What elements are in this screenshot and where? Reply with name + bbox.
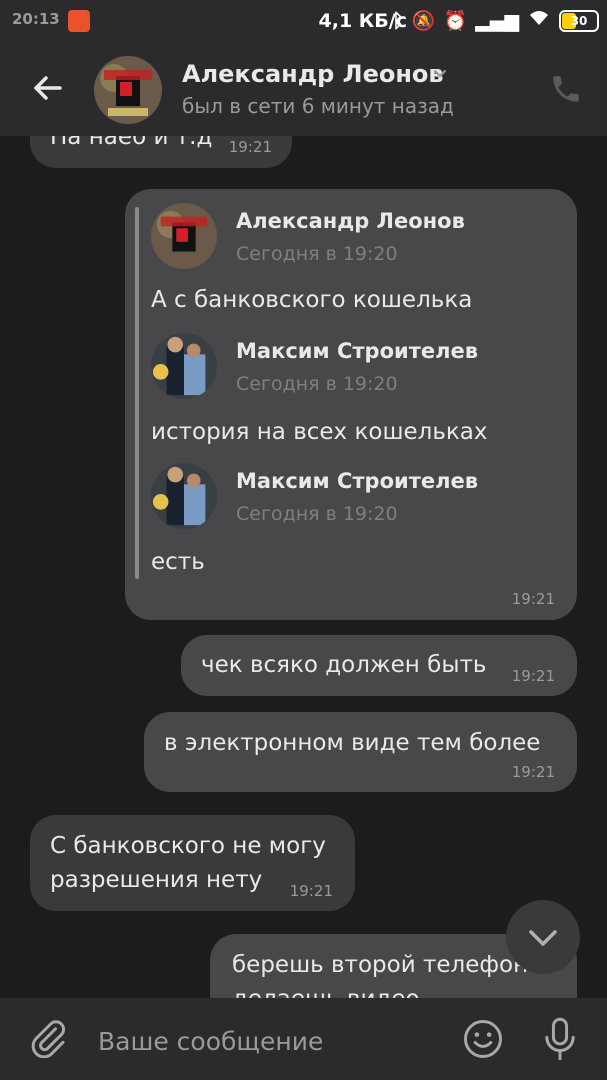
- forwarded-author[interactable]: Максим Строителев: [236, 469, 478, 493]
- message-input[interactable]: [96, 1020, 440, 1062]
- forwarded-date: Сегодня в 19:20: [236, 503, 398, 525]
- attach-button[interactable]: [28, 1018, 68, 1059]
- forwarded-author[interactable]: Александр Леонов: [236, 209, 465, 233]
- message-time: 19:21: [228, 138, 272, 156]
- message-time: 19:21: [511, 590, 555, 608]
- message-bubble-incoming[interactable]: На наеб и т.д 19:21: [30, 136, 292, 168]
- microphone-icon: [545, 1017, 575, 1061]
- message-time: 19:21: [511, 763, 555, 781]
- arrow-left-icon: [34, 76, 62, 100]
- mute-icon: 🔕: [411, 10, 436, 32]
- avatar: [151, 203, 217, 269]
- signal-icon: ▂▄▆: [475, 10, 519, 32]
- message-text: в электронном виде тем более: [164, 730, 541, 756]
- status-icons: ᛒ 🔕 ⏰ ▂▄▆ 30: [392, 9, 599, 33]
- wifi-icon: [527, 9, 551, 33]
- back-button[interactable]: [30, 70, 66, 106]
- message-composer: [0, 998, 607, 1080]
- chat-header: Александр Леонов был в сети 6 минут наза…: [0, 44, 607, 136]
- chevron-down-icon: [529, 930, 557, 946]
- status-time: 20:13: [12, 10, 60, 28]
- forwarded-date: Сегодня в 19:20: [236, 243, 398, 265]
- forwarded-text: история на всех кошельках: [151, 419, 488, 445]
- scroll-to-bottom-button[interactable]: [506, 900, 580, 974]
- forwarded-date: Сегодня в 19:20: [236, 373, 398, 395]
- voice-record-button[interactable]: [540, 1016, 580, 1062]
- message-list[interactable]: На наеб и т.д 19:21 Александр Леонов Сег…: [0, 136, 607, 998]
- contact-name[interactable]: Александр Леонов: [182, 60, 444, 88]
- forwarded-author[interactable]: Максим Строителев: [236, 339, 478, 363]
- message-time: 19:21: [289, 882, 333, 900]
- paperclip-icon: [31, 1020, 66, 1059]
- message-text: берешь второй телефон и делаешь видео: [232, 952, 550, 998]
- message-bubble-incoming[interactable]: С банковского не могу разрешения нету 19…: [30, 815, 355, 911]
- avatar: [151, 463, 217, 529]
- phone-icon: [553, 76, 579, 102]
- message-text: С банковского не могу разрешения нету: [50, 833, 326, 893]
- call-button[interactable]: [549, 72, 583, 106]
- contact-avatar[interactable]: [94, 56, 162, 124]
- chevron-down-icon[interactable]: [432, 66, 448, 82]
- message-time: 19:21: [511, 667, 555, 685]
- battery-level: 30: [570, 14, 588, 28]
- battery-icon: 30: [559, 10, 599, 32]
- avatar: [151, 333, 217, 399]
- message-text: На наеб и т.д: [50, 136, 213, 150]
- forwarded-text: А с банковского кошелька: [151, 287, 473, 313]
- bluetooth-icon: ᛒ: [392, 10, 404, 32]
- status-bar: 20:13 4,1 КБ/с ᛒ 🔕 ⏰ ▂▄▆ 30: [0, 0, 607, 44]
- message-bubble-outgoing[interactable]: чек всяко должен быть 19:21: [181, 635, 577, 696]
- emoji-button[interactable]: [462, 1018, 504, 1060]
- forwarded-text: есть: [151, 549, 205, 575]
- message-text: чек всяко должен быть: [201, 652, 487, 678]
- forwarded-message-bubble[interactable]: Александр Леонов Сегодня в 19:20 А с бан…: [125, 189, 577, 620]
- forward-indicator: [135, 207, 139, 579]
- app-notification-icon: [68, 10, 90, 32]
- smile-icon: [464, 1020, 502, 1058]
- message-bubble-outgoing[interactable]: в электронном виде тем более 19:21: [144, 712, 577, 792]
- alarm-icon: ⏰: [443, 10, 468, 32]
- contact-last-seen: был в сети 6 минут назад: [182, 94, 454, 118]
